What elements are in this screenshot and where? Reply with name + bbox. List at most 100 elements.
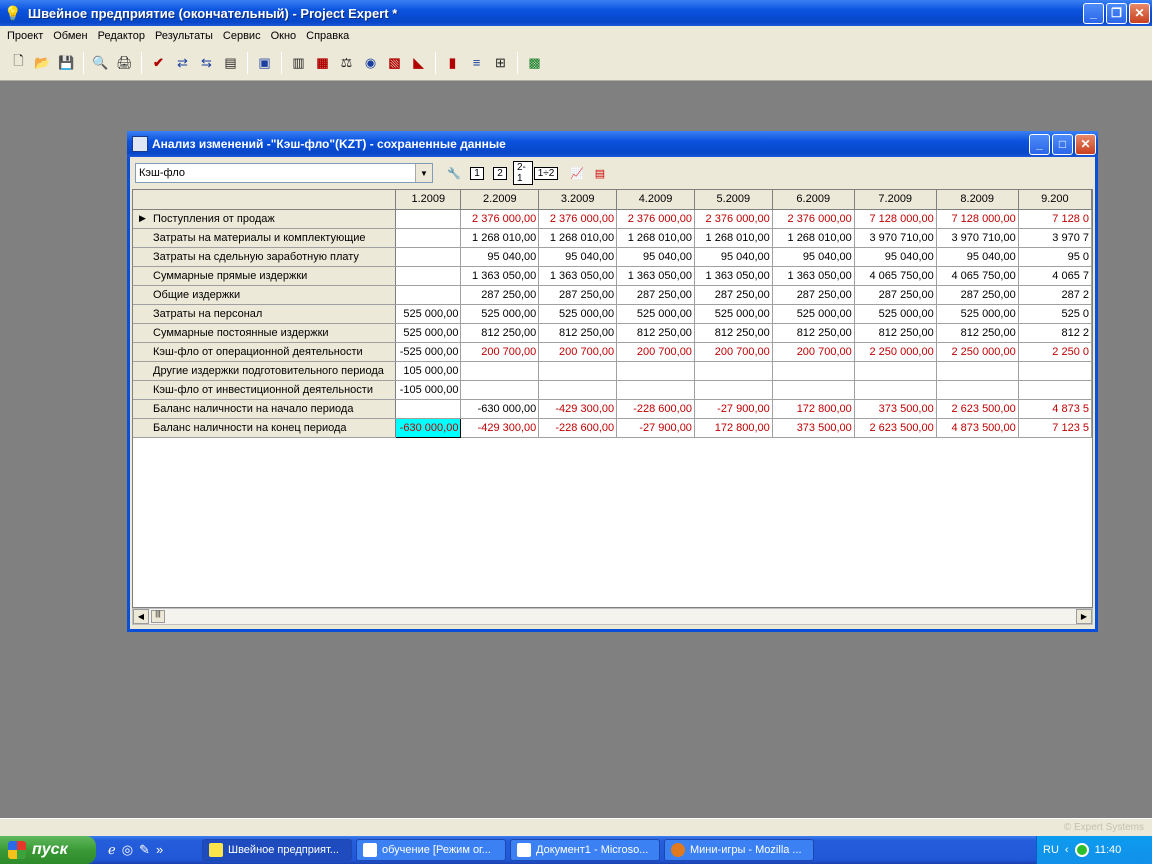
table-cell[interactable]: 812 250,00 xyxy=(694,323,773,343)
row-header[interactable]: Кэш-фло от инвестиционной деятельности xyxy=(133,380,397,400)
table-cell[interactable]: 525 000,00 xyxy=(395,304,462,324)
print-icon[interactable]: 🖨 xyxy=(114,52,135,73)
table-cell[interactable]: 287 2 xyxy=(1018,285,1092,305)
table-cell[interactable]: 525 000,00 xyxy=(936,304,1019,324)
task-word-document[interactable]: Документ1 - Microso... xyxy=(510,839,660,861)
table-cell[interactable] xyxy=(772,380,855,400)
table-cell[interactable] xyxy=(1018,361,1092,381)
table-cell[interactable]: 7 123 5 xyxy=(1018,418,1092,438)
table-cell[interactable] xyxy=(936,361,1019,381)
analysis-window[interactable]: Анализ изменений -"Кэш-фло"(KZT) - сохра… xyxy=(127,131,1098,632)
check-icon[interactable]: ✔ xyxy=(148,52,169,73)
task-word-training[interactable]: обучение [Режим ог... xyxy=(356,839,506,861)
table-cell[interactable]: 1 363 050,00 xyxy=(772,266,855,286)
structure-icon[interactable]: ⊞ xyxy=(490,52,511,73)
language-indicator[interactable]: RU xyxy=(1043,844,1059,856)
table-select[interactable]: Кэш-фло ▼ xyxy=(135,163,433,183)
table-cell[interactable] xyxy=(395,247,462,267)
table-cell[interactable]: 812 2 xyxy=(1018,323,1092,343)
column-header[interactable]: 4.2009 xyxy=(616,190,695,210)
table-cell[interactable] xyxy=(694,380,773,400)
balance-icon[interactable]: ⚖ xyxy=(336,52,357,73)
compare-icon[interactable]: ⇄ xyxy=(172,52,193,73)
menu-service[interactable]: Сервис xyxy=(218,30,266,42)
table-cell[interactable]: 3 970 710,00 xyxy=(854,228,937,248)
table-cell[interactable] xyxy=(538,380,618,400)
compare-button-2[interactable]: 2 xyxy=(490,163,510,183)
notes-icon[interactable]: ▤ xyxy=(220,52,241,73)
start-button[interactable]: пуск xyxy=(0,836,96,864)
table-cell[interactable]: 95 0 xyxy=(1018,247,1092,267)
table-cell[interactable]: 4 065 7 xyxy=(1018,266,1092,286)
app-title-bar[interactable]: 💡 Швейное предприятие (окончательный) - … xyxy=(0,0,1152,26)
table-cell[interactable]: 1 268 010,00 xyxy=(694,228,773,248)
table-cell[interactable]: 1 268 010,00 xyxy=(616,228,695,248)
open-icon[interactable]: 📂 xyxy=(32,52,53,73)
table-cell[interactable]: 4 065 750,00 xyxy=(854,266,937,286)
row-header[interactable]: Затраты на сдельную заработную плату xyxy=(133,247,397,267)
calc-icon[interactable]: ◉ xyxy=(360,52,381,73)
table-cell[interactable]: 287 250,00 xyxy=(460,285,540,305)
cashflow-icon[interactable]: ▦ xyxy=(312,52,333,73)
table-cell[interactable]: 95 040,00 xyxy=(694,247,773,267)
table-cell[interactable]: 812 250,00 xyxy=(616,323,695,343)
table-cell[interactable]: 812 250,00 xyxy=(772,323,855,343)
transfer-icon[interactable]: ⇆ xyxy=(196,52,217,73)
column-header[interactable]: 7.2009 xyxy=(854,190,937,210)
table-cell[interactable]: 812 250,00 xyxy=(854,323,937,343)
table-cell[interactable] xyxy=(395,399,462,419)
menu-project[interactable]: Проект xyxy=(2,30,48,42)
table-cell[interactable]: 287 250,00 xyxy=(694,285,773,305)
scroll-right-icon[interactable]: ▶ xyxy=(1076,609,1092,624)
table-cell[interactable]: 4 873 500,00 xyxy=(936,418,1019,438)
table-cell[interactable]: 287 250,00 xyxy=(538,285,618,305)
table-cell[interactable] xyxy=(460,361,540,381)
scroll-thumb[interactable]: ||| xyxy=(151,610,165,623)
row-header[interactable]: Кэш-фло от операционной деятельности xyxy=(133,342,397,362)
table-cell[interactable]: -105 000,00 xyxy=(395,380,462,400)
menu-results[interactable]: Результаты xyxy=(150,30,218,42)
table-cell[interactable]: 373 500,00 xyxy=(854,399,937,419)
table-cell[interactable] xyxy=(772,361,855,381)
table-cell[interactable]: 2 376 000,00 xyxy=(538,209,618,229)
menu-help[interactable]: Справка xyxy=(301,30,354,42)
table-cell[interactable]: 172 800,00 xyxy=(694,418,773,438)
table-cell[interactable]: 525 0 xyxy=(1018,304,1092,324)
restore-button[interactable]: ❐ xyxy=(1106,2,1127,24)
child-minimize-button[interactable]: _ xyxy=(1029,133,1050,155)
table-cell[interactable]: 4 873 5 xyxy=(1018,399,1092,419)
table-cell[interactable]: 1 268 010,00 xyxy=(538,228,618,248)
child-maximize-button[interactable]: □ xyxy=(1052,133,1073,155)
table-cell[interactable] xyxy=(616,361,695,381)
menu-exchange[interactable]: Обмен xyxy=(48,30,92,42)
table-cell[interactable]: 200 700,00 xyxy=(616,342,695,362)
table-cell[interactable]: 200 700,00 xyxy=(538,342,618,362)
task-project-expert[interactable]: Швейное предприят... xyxy=(202,839,352,861)
table-cell[interactable]: -228 600,00 xyxy=(616,399,695,419)
table-cell[interactable]: 2 376 000,00 xyxy=(694,209,773,229)
table-cell[interactable]: 95 040,00 xyxy=(772,247,855,267)
table-cell[interactable]: 200 700,00 xyxy=(772,342,855,362)
row-header[interactable]: Суммарные постоянные издержки xyxy=(133,323,397,343)
table-cell[interactable]: 95 040,00 xyxy=(854,247,937,267)
table-cell[interactable]: 95 040,00 xyxy=(936,247,1019,267)
task-firefox[interactable]: Мини-игры - Mozilla ... xyxy=(664,839,814,861)
minimize-button[interactable]: _ xyxy=(1083,2,1104,24)
data-grid[interactable]: 1.2009 2.2009 3.2009 4.2009 5.2009 6.2009 7.20… xyxy=(132,189,1093,608)
table-cell[interactable]: 4 065 750,00 xyxy=(936,266,1019,286)
chevron-down-icon[interactable]: ▼ xyxy=(415,164,432,182)
column-header[interactable]: 1.2009 xyxy=(395,190,462,210)
table-cell[interactable]: 7 128 000,00 xyxy=(936,209,1019,229)
ratio-button[interactable]: 1÷2 xyxy=(533,163,559,183)
table-cell[interactable] xyxy=(1018,380,1092,400)
table-cell[interactable] xyxy=(395,266,462,286)
table-cell[interactable]: 7 128 000,00 xyxy=(854,209,937,229)
table-cell[interactable]: -27 900,00 xyxy=(616,418,695,438)
table-cell[interactable]: 2 376 000,00 xyxy=(772,209,855,229)
screen-icon[interactable]: ▣ xyxy=(254,52,275,73)
child-close-button[interactable]: ✕ xyxy=(1075,133,1096,155)
table-cell[interactable]: 287 250,00 xyxy=(936,285,1019,305)
bar-chart-icon[interactable]: ▮ xyxy=(442,52,463,73)
scroll-left-icon[interactable]: ◀ xyxy=(133,609,149,624)
row-header[interactable]: Суммарные прямые издержки xyxy=(133,266,397,286)
